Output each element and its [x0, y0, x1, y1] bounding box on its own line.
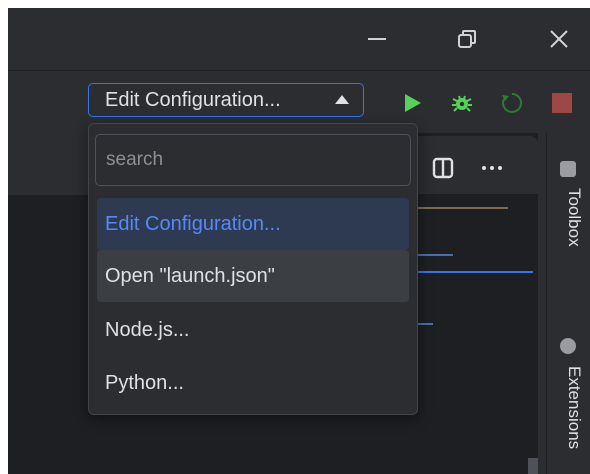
dropdown-item-open-launch-json[interactable]: Open "launch.json": [97, 250, 409, 302]
stop-icon[interactable]: [548, 89, 576, 117]
split-editor-icon[interactable]: [432, 156, 456, 180]
minimap-line: [413, 254, 453, 256]
extensions-icon[interactable]: [560, 338, 576, 354]
restore-icon[interactable]: [450, 22, 484, 56]
minimize-icon[interactable]: [360, 22, 394, 56]
caret-up-icon: [335, 95, 349, 104]
run-play-icon[interactable]: [398, 89, 426, 117]
run-configuration-button[interactable]: Edit Configuration...: [88, 83, 364, 117]
toolbox-tab[interactable]: Toolbox: [564, 188, 584, 247]
toolbox-icon[interactable]: [560, 161, 576, 177]
editor-tab-actions: [416, 136, 538, 194]
extensions-tab[interactable]: Extensions: [564, 366, 584, 449]
dropdown-item-nodejs[interactable]: Node.js...: [97, 304, 409, 356]
minimap-line: [413, 207, 508, 209]
left-panel: [8, 133, 88, 195]
more-actions-icon[interactable]: [478, 156, 508, 180]
restart-icon[interactable]: [498, 89, 526, 117]
ide-window: Edit Configuration... Toolbox Extensions…: [8, 8, 590, 474]
dropdown-item-python[interactable]: Python...: [97, 357, 409, 409]
run-configuration-dropdown: Edit Configuration... Open "launch.json"…: [88, 123, 418, 415]
editor-scrollbar[interactable]: [528, 458, 538, 474]
title-bar: [8, 8, 590, 70]
search-input[interactable]: [95, 134, 411, 186]
run-configuration-label: Edit Configuration...: [105, 88, 281, 111]
minimap-line: [413, 271, 533, 273]
close-icon[interactable]: [542, 22, 576, 56]
debug-bug-icon[interactable]: [448, 89, 476, 117]
dropdown-item-edit-configuration[interactable]: Edit Configuration...: [97, 198, 409, 250]
